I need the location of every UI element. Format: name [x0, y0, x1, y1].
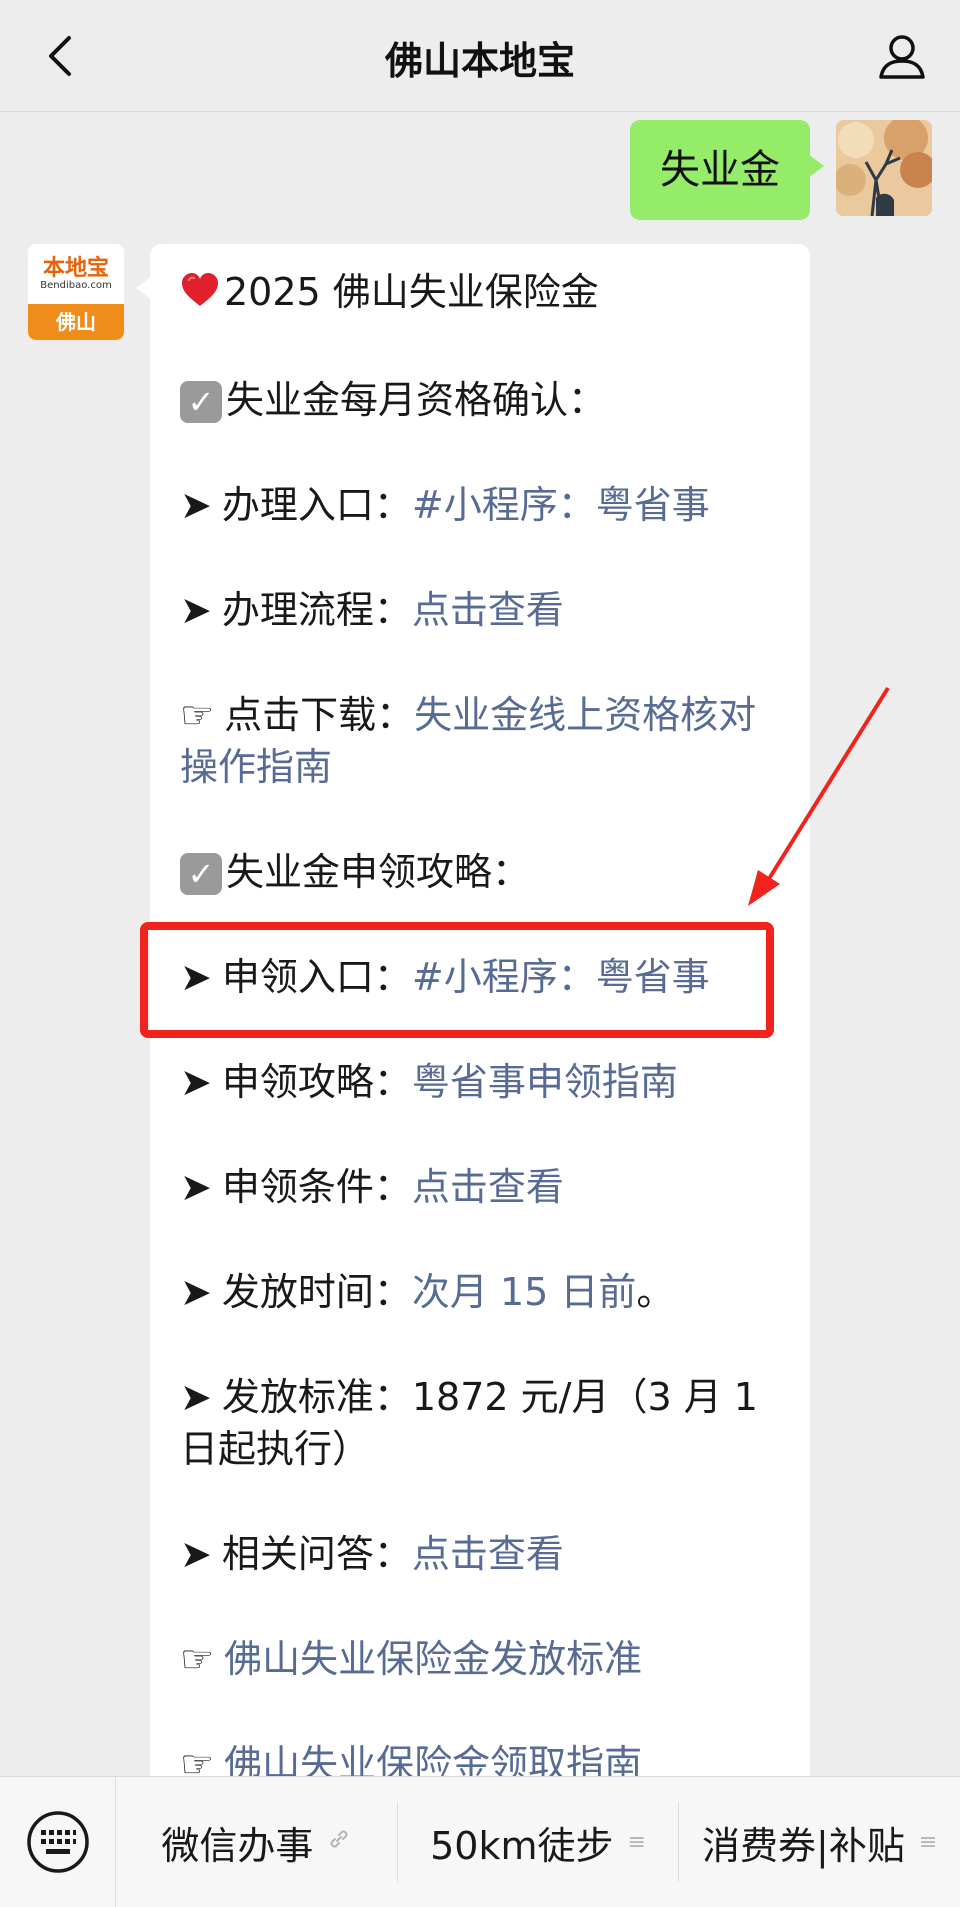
item-label: 申领条件： — [221, 1164, 412, 1209]
section-label: 失业金每月资格确认： — [226, 377, 607, 422]
item-apply-entry: ➤ 申领入口：#小程序：粤省事 — [180, 951, 782, 1003]
item-suffix: 。 — [636, 1269, 675, 1314]
keyboard-icon[interactable] — [0, 1776, 116, 1907]
pointing-hand-icon: ☞ — [180, 1636, 215, 1681]
message-title-text: 2025 佛山失业保险金 — [224, 270, 599, 314]
annotation-arrow-icon — [748, 686, 890, 906]
link-miniprogram[interactable]: #小程序：粤省事 — [412, 483, 710, 527]
link-payment-time[interactable]: 次月 15 日前 — [412, 1270, 637, 1314]
arrow-icon: ➤ — [180, 587, 212, 632]
item-handle-entry: ➤ 办理入口：#小程序：粤省事 — [180, 479, 782, 531]
bot-avatar[interactable]: 本地宝 Bendibao.com 佛山 — [28, 244, 124, 340]
heart-icon — [180, 269, 220, 321]
arrow-icon: ➤ — [180, 954, 212, 999]
arrow-icon: ➤ — [180, 1269, 212, 1314]
item-label: 申领入口： — [221, 954, 412, 999]
item-handle-process: ➤ 办理流程：点击查看 — [180, 584, 782, 636]
arrow-icon: ➤ — [180, 482, 212, 527]
outgoing-message-bubble[interactable]: 失业金 — [630, 120, 824, 220]
checkbox-icon: ✓ — [180, 853, 222, 895]
bot-avatar-site: Bendibao.com — [40, 280, 112, 291]
item-download: ☞ 点击下载：失业金线上资格核对操作指南 — [180, 689, 782, 793]
menu-item-wechat-services[interactable]: 微信办事 — [116, 1802, 398, 1882]
link-icon — [327, 1827, 351, 1857]
item-faq: ➤ 相关问答：点击查看 — [180, 1528, 782, 1580]
arrow-icon: ➤ — [180, 1531, 212, 1576]
pointing-hand-icon: ☞ — [180, 692, 215, 737]
link-view[interactable]: 点击查看 — [412, 1532, 564, 1576]
link-view[interactable]: 点击查看 — [412, 588, 564, 632]
menu-item-label: 微信办事 — [161, 1823, 314, 1868]
item-payment-standard: ➤ 发放标准：1872 元/月（3 月 1 日起执行） — [180, 1371, 782, 1475]
item-standard-link: ☞ 佛山失业保险金发放标准 — [180, 1633, 782, 1685]
item-label: 发放时间： — [221, 1269, 412, 1314]
menu-item-label: 50km徒步 — [430, 1823, 614, 1868]
checkbox-icon: ✓ — [180, 381, 222, 423]
bot-avatar-top: 本地宝 Bendibao.com — [28, 244, 124, 304]
item-label: 发放标准： — [221, 1374, 412, 1419]
menu-icon: ≡ — [627, 1829, 646, 1855]
menu-item-hiking[interactable]: 50km徒步 ≡ — [398, 1802, 680, 1882]
link-apply-guide[interactable]: 粤省事申领指南 — [412, 1060, 678, 1104]
arrow-icon: ➤ — [180, 1059, 212, 1104]
chat-title: 佛山本地宝 — [384, 39, 575, 83]
section-resume-check: ✓ 失业金每月资格确认： — [180, 374, 782, 426]
item-label: 点击下载： — [224, 692, 415, 737]
link-payment-standard[interactable]: 佛山失业保险金发放标准 — [224, 1637, 642, 1681]
profile-icon[interactable] — [870, 24, 934, 88]
user-avatar[interactable] — [836, 120, 932, 216]
item-label: 办理入口： — [221, 482, 412, 527]
chat-header: 佛山本地宝 — [0, 0, 960, 112]
arrow-icon: ➤ — [180, 1374, 212, 1419]
link-view[interactable]: 点击查看 — [412, 1165, 564, 1209]
item-apply-conditions: ➤ 申领条件：点击查看 — [180, 1161, 782, 1213]
item-label: 办理流程： — [221, 587, 412, 632]
menu-icon: ≡ — [918, 1829, 938, 1855]
link-miniprogram[interactable]: #小程序：粤省事 — [412, 955, 710, 999]
section-label: 失业金申领攻略： — [226, 849, 531, 894]
item-payment-time: ➤ 发放时间：次月 15 日前。 — [180, 1266, 782, 1318]
outgoing-message-row: 失业金 — [630, 120, 932, 220]
item-label: 相关问答： — [221, 1531, 412, 1576]
item-label: 申领攻略： — [221, 1059, 412, 1104]
bot-avatar-city: 佛山 — [28, 304, 124, 340]
bottom-menu-bar: 微信办事 50km徒步 ≡ 消费券|补贴 ≡ — [0, 1776, 960, 1907]
bot-avatar-brand: 本地宝 — [42, 255, 109, 281]
menu-item-label: 消费券|补贴 — [702, 1823, 905, 1868]
item-apply-guide: ➤ 申领攻略：粤省事申领指南 — [180, 1056, 782, 1108]
message-title: 2025 佛山失业保险金 — [180, 266, 782, 321]
bot-message-bubble: 2025 佛山失业保险金 ✓ 失业金每月资格确认： ➤ 办理入口：#小程序：粤省事 … — [150, 244, 810, 1804]
menu-item-coupons[interactable]: 消费券|补贴 ≡ — [679, 1802, 960, 1882]
section-apply-guide: ✓ 失业金申领攻略： — [180, 846, 782, 898]
arrow-icon: ➤ — [180, 1164, 212, 1209]
